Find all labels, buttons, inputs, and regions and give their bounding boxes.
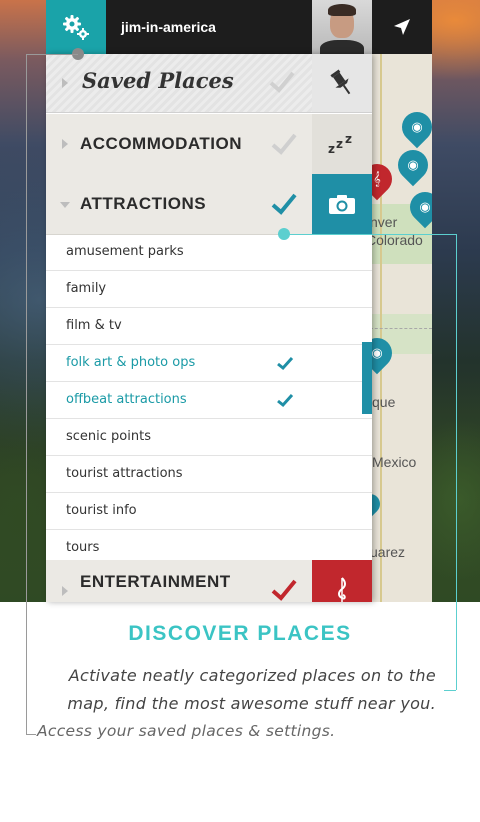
check-icon [271,133,297,155]
chevron-right-icon [62,586,68,596]
gears-icon [63,15,89,40]
subcategory-label: family [66,281,107,296]
check-icon [271,579,297,601]
places-panel: Saved Places ACCOMMODATION z z z ATTRACT… [46,54,372,602]
category-label: ENTERTAINMENT [80,572,231,591]
camera-icon [329,195,355,214]
subcategory-label: amusement parks [66,244,184,259]
feature-heading: DISCOVER PLACES [128,622,352,645]
top-bar: jim-in-america [46,0,432,54]
svg-text:z: z [345,133,352,146]
map-label: uarez [370,544,406,560]
subcategory-item[interactable]: tourist attractions [46,456,372,493]
subcategory-item[interactable]: amusement parks [46,234,372,271]
subcategory-label: film & tv [66,318,122,333]
feature-description: Activate neatly categorized places on to… [68,666,436,685]
check-icon [277,356,294,371]
subcategory-item[interactable]: scenic points [46,419,372,456]
subcategory-label: offbeat attractions [66,392,187,407]
map-label: nver [370,214,398,230]
camera-icon: ◉ [411,119,423,134]
settings-description: Access your saved places & settings. [37,722,336,740]
username: jim-in-america [121,19,216,35]
map-pin-camera[interactable]: ◉ [395,105,432,149]
callout-line [26,734,36,735]
saved-places-title: Saved Places [82,68,234,93]
svg-text:z: z [336,137,343,151]
scrollbar[interactable] [362,342,372,414]
callout-line [26,54,78,55]
avatar[interactable] [312,0,372,54]
map-pin-camera[interactable]: ◉ [391,143,432,187]
subcategory-label: folk art & photo ops [66,355,196,370]
pushpin-icon [330,69,351,95]
subcategory-list: amusement parks family film & tv folk ar… [46,234,372,567]
map-label: Mexico [372,454,417,470]
category-accommodation[interactable]: ACCOMMODATION z z z [46,114,372,175]
settings-button[interactable] [46,0,106,54]
subcategory-item[interactable]: folk art & photo ops [46,345,372,382]
subcategory-label: tourist attractions [66,466,183,481]
callout-line [284,234,456,235]
category-toggle[interactable] [312,560,372,602]
category-toggle[interactable]: z z z [312,114,372,174]
camera-icon: ◉ [419,199,431,214]
category-label: ACCOMMODATION [80,134,242,153]
subcategory-label: tourist info [66,503,137,518]
chevron-right-icon [62,78,68,88]
location-arrow-icon [394,19,410,35]
saved-places-row[interactable]: Saved Places [46,54,372,113]
check-icon [269,71,295,93]
check-icon [277,393,294,408]
music-note-icon [338,577,346,602]
camera-icon: ◉ [407,157,419,172]
category-entertainment[interactable]: ENTERTAINMENT [46,560,372,602]
subcategory-item[interactable]: family [46,271,372,308]
navigate-button[interactable] [372,0,432,54]
saved-places-toggle[interactable] [312,54,372,112]
chevron-down-icon [60,202,70,208]
svg-text:z: z [328,142,335,155]
category-toggle[interactable] [312,174,372,234]
subcategory-item[interactable]: tourist info [46,493,372,530]
sleep-zzz-icon: z z z [328,133,352,155]
subcategory-label: scenic points [66,429,151,444]
check-icon [271,193,297,215]
map-label: que [372,394,396,410]
feature-description: map, find the most awesome stuff near yo… [67,694,436,713]
subcategory-item[interactable]: offbeat attractions [46,382,372,419]
chevron-right-icon [62,139,68,149]
category-label: ATTRACTIONS [80,194,207,213]
callout-line [444,690,456,691]
subcategory-item[interactable]: film & tv [46,308,372,345]
category-attractions[interactable]: ATTRACTIONS [46,174,372,235]
